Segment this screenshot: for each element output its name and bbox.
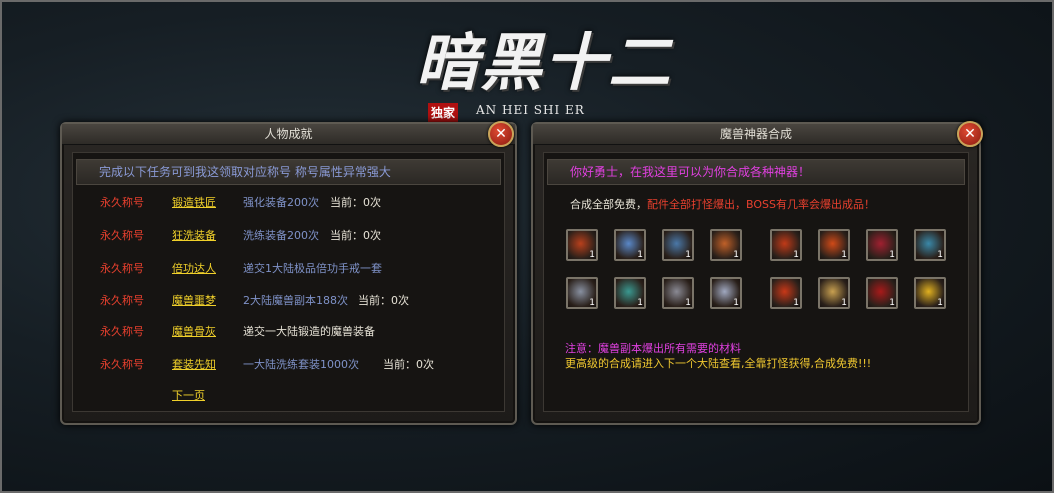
- game-logo: 暗黑十二 独家 AN HEI SHI ER: [410, 10, 670, 122]
- item-count: 1: [937, 250, 943, 260]
- item-count: 1: [937, 298, 943, 308]
- progress-text: 当前：0次: [330, 196, 381, 209]
- game-screen: 暗黑十二 独家 AN HEI SHI ER 人物成就 完成以下任务可到我这领取对…: [0, 0, 1054, 493]
- item-count: 1: [637, 298, 643, 308]
- ice-sword-icon[interactable]: 1: [614, 229, 646, 261]
- synthesis-panel-body: [543, 152, 969, 412]
- item-count: 1: [733, 250, 739, 260]
- fire-helm-icon[interactable]: 1: [770, 229, 802, 261]
- title-link-beast-nightmare[interactable]: 魔兽噩梦: [172, 292, 216, 308]
- title-tag: 永久称号: [100, 294, 144, 307]
- progress-text: 当前：0次: [358, 294, 409, 307]
- free-text: 合成全部免费，: [570, 198, 647, 211]
- item-count: 1: [733, 298, 739, 308]
- logo-subtitle: AN HEI SHI ER: [476, 103, 585, 117]
- item-count: 1: [793, 298, 799, 308]
- azure-staff-icon[interactable]: 1: [914, 229, 946, 261]
- silver-armor-icon[interactable]: 1: [566, 277, 598, 309]
- jade-ring-icon[interactable]: 1: [614, 277, 646, 309]
- achievement-panel-body: [72, 152, 505, 412]
- synthesis-info: 合成全部免费，配件全部打怪爆出，BOSS有几率会爆出成品！: [570, 196, 875, 212]
- logo-badge: 独家: [428, 103, 459, 122]
- requirement-text: 递交一大陆锻造的魔兽装备: [243, 325, 375, 338]
- title-link-forging-smith[interactable]: 锻造铁匠: [172, 194, 216, 210]
- requirement-text: 递交1大陆极品倍功手戒一套: [243, 262, 382, 275]
- item-count: 1: [841, 298, 847, 308]
- synthesis-banner: 你好勇士，在我这里可以为你合成各种神器！: [547, 159, 965, 185]
- item-count: 1: [685, 250, 691, 260]
- holy-sword-icon[interactable]: 1: [710, 277, 742, 309]
- progress-text: 当前：0次: [330, 229, 381, 242]
- requirement-text: 强化装备200次: [243, 196, 319, 209]
- golden-helm-icon[interactable]: 1: [914, 277, 946, 309]
- synthesis-note: 注意：魔兽副本爆出所有需要的材料: [565, 342, 741, 355]
- amber-orb-icon[interactable]: 1: [818, 277, 850, 309]
- synthesis-greeting: 你好勇士，在我这里可以为你合成各种神器！: [570, 165, 811, 179]
- item-count: 1: [637, 250, 643, 260]
- achievement-banner: 完成以下任务可到我这领取对应称号 称号属性异常强大: [76, 159, 501, 185]
- item-count: 1: [793, 250, 799, 260]
- achievement-panel-title: 人物成就: [62, 124, 515, 145]
- progress-text: 当前：0次: [383, 358, 434, 371]
- requirement-text: 2大陆魔兽副本188次: [243, 294, 348, 307]
- item-count: 1: [841, 250, 847, 260]
- title-link-set-prophet[interactable]: 套装先知: [172, 356, 216, 372]
- item-count: 1: [889, 298, 895, 308]
- next-page-link[interactable]: 下一页: [172, 387, 205, 403]
- flame-gauntlet-icon[interactable]: 1: [710, 229, 742, 261]
- artifact-synthesis-panel: 魔兽神器合成 你好勇士，在我这里可以为你合成各种神器！: [531, 122, 981, 425]
- title-link-mad-refiner[interactable]: 狂洗装备: [172, 227, 216, 243]
- drop-info-text: 配件全部打怪爆出，BOSS有几率会爆出成品！: [647, 198, 875, 211]
- title-tag: 永久称号: [100, 229, 144, 242]
- blood-wing-icon[interactable]: 1: [866, 229, 898, 261]
- logo-title: 暗黑十二: [416, 26, 673, 99]
- achievement-banner-text: 完成以下任务可到我这领取对应称号 称号属性异常强大: [99, 165, 391, 179]
- frost-blade-icon[interactable]: 1: [662, 229, 694, 261]
- title-link-beast-veteran[interactable]: 魔兽骨灰: [172, 323, 216, 339]
- item-count: 1: [685, 298, 691, 308]
- requirement-text: 洗练装备200次: [243, 229, 319, 242]
- item-count: 1: [589, 298, 595, 308]
- title-link-bonus-master[interactable]: 倍功达人: [172, 260, 216, 276]
- lava-crest-icon[interactable]: 1: [818, 229, 850, 261]
- inferno-plate-icon[interactable]: 1: [770, 277, 802, 309]
- synthesis-hint: 更高级的合成请进入下一个大陆查看,全靠打怪获得,合成免费!!!: [565, 357, 872, 370]
- title-tag: 永久称号: [100, 358, 144, 371]
- item-count: 1: [589, 250, 595, 260]
- title-tag: 永久称号: [100, 196, 144, 209]
- title-tag: 永久称号: [100, 325, 144, 338]
- red-gauntlet-icon[interactable]: 1: [566, 229, 598, 261]
- synthesis-panel-title: 魔兽神器合成: [533, 124, 979, 145]
- requirement-text: 一大陆洗练套装1000次: [243, 358, 359, 371]
- item-count: 1: [889, 250, 895, 260]
- synthesis-close-button[interactable]: ✕: [957, 121, 983, 147]
- achievement-close-button[interactable]: ✕: [488, 121, 514, 147]
- steel-blade-icon[interactable]: 1: [662, 277, 694, 309]
- title-tag: 永久称号: [100, 262, 144, 275]
- crimson-claw-icon[interactable]: 1: [866, 277, 898, 309]
